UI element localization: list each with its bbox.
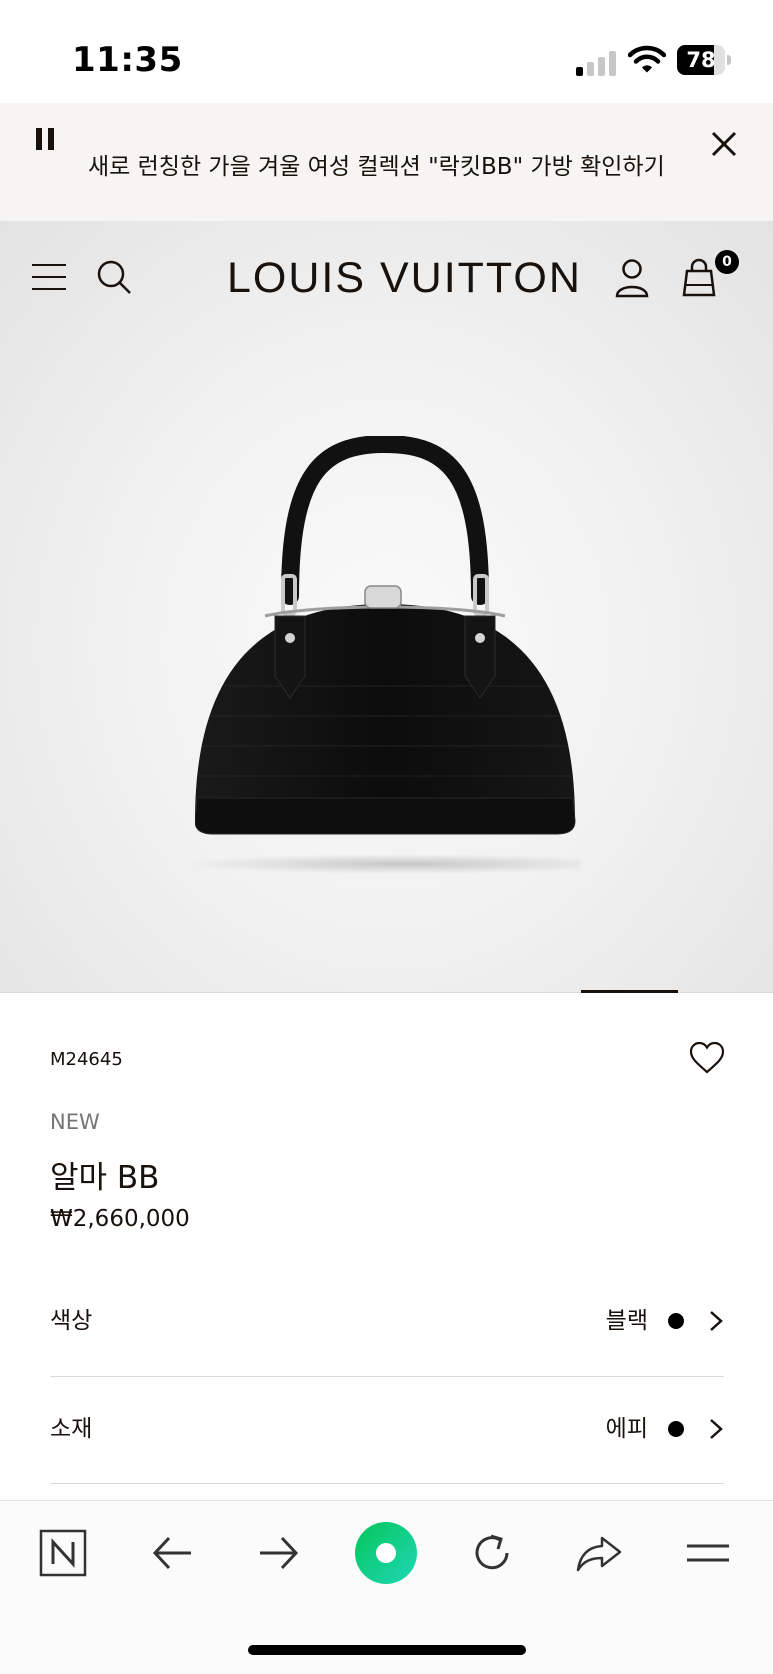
battery-level: 78 xyxy=(686,48,716,72)
new-badge: NEW xyxy=(50,1110,100,1134)
chevron-right-icon xyxy=(710,1311,723,1331)
wifi-icon xyxy=(628,45,666,73)
option-value: 에피 xyxy=(605,1416,648,1442)
product-name: 알마 BB xyxy=(50,1160,160,1196)
home-indicator[interactable] xyxy=(248,1645,526,1655)
carousel-indicator[interactable] xyxy=(581,990,678,993)
option-label: 색상 xyxy=(50,1308,93,1334)
chevron-right-icon xyxy=(710,1419,723,1439)
divider xyxy=(50,1376,724,1377)
forward-arrow-icon[interactable] xyxy=(254,1528,304,1578)
close-icon[interactable] xyxy=(708,128,740,160)
search-icon[interactable] xyxy=(96,259,132,295)
menu-lines-icon[interactable] xyxy=(683,1528,733,1578)
back-arrow-icon[interactable] xyxy=(147,1528,197,1578)
option-row-color[interactable]: 색상 블랙 xyxy=(50,1301,724,1361)
option-row-material[interactable]: 소재 에피 xyxy=(50,1409,724,1469)
green-dot-icon[interactable] xyxy=(353,1520,419,1586)
product-sku: M24645 xyxy=(50,1049,123,1070)
option-label: 소재 xyxy=(50,1416,93,1442)
option-value: 블랙 xyxy=(605,1308,648,1334)
cart-count-badge: 0 xyxy=(715,250,739,274)
color-swatch xyxy=(668,1313,684,1329)
menu-icon[interactable] xyxy=(32,264,66,290)
refresh-icon[interactable] xyxy=(467,1528,517,1578)
divider xyxy=(50,1483,724,1484)
naver-home-icon[interactable] xyxy=(38,1528,88,1578)
battery-icon: 78 xyxy=(677,45,731,75)
pause-icon[interactable] xyxy=(36,128,56,150)
status-time: 11:35 xyxy=(72,40,183,80)
shopping-bag-icon[interactable] xyxy=(680,257,718,297)
cellular-signal-icon xyxy=(576,50,618,76)
promo-text[interactable]: 새로 런칭한 가을 겨울 여성 컬렉션 "락킷BB" 가방 확인하기 xyxy=(88,147,665,181)
material-swatch xyxy=(668,1421,684,1437)
brand-logo[interactable]: LOUIS VUITTON xyxy=(227,254,582,303)
heart-icon[interactable] xyxy=(688,1041,726,1075)
status-bar: 11:35 78 xyxy=(0,0,773,103)
share-icon[interactable] xyxy=(574,1528,624,1578)
account-icon[interactable] xyxy=(614,258,650,298)
product-price: ₩2,660,000 xyxy=(50,1206,190,1232)
product-image[interactable] xyxy=(195,436,580,876)
